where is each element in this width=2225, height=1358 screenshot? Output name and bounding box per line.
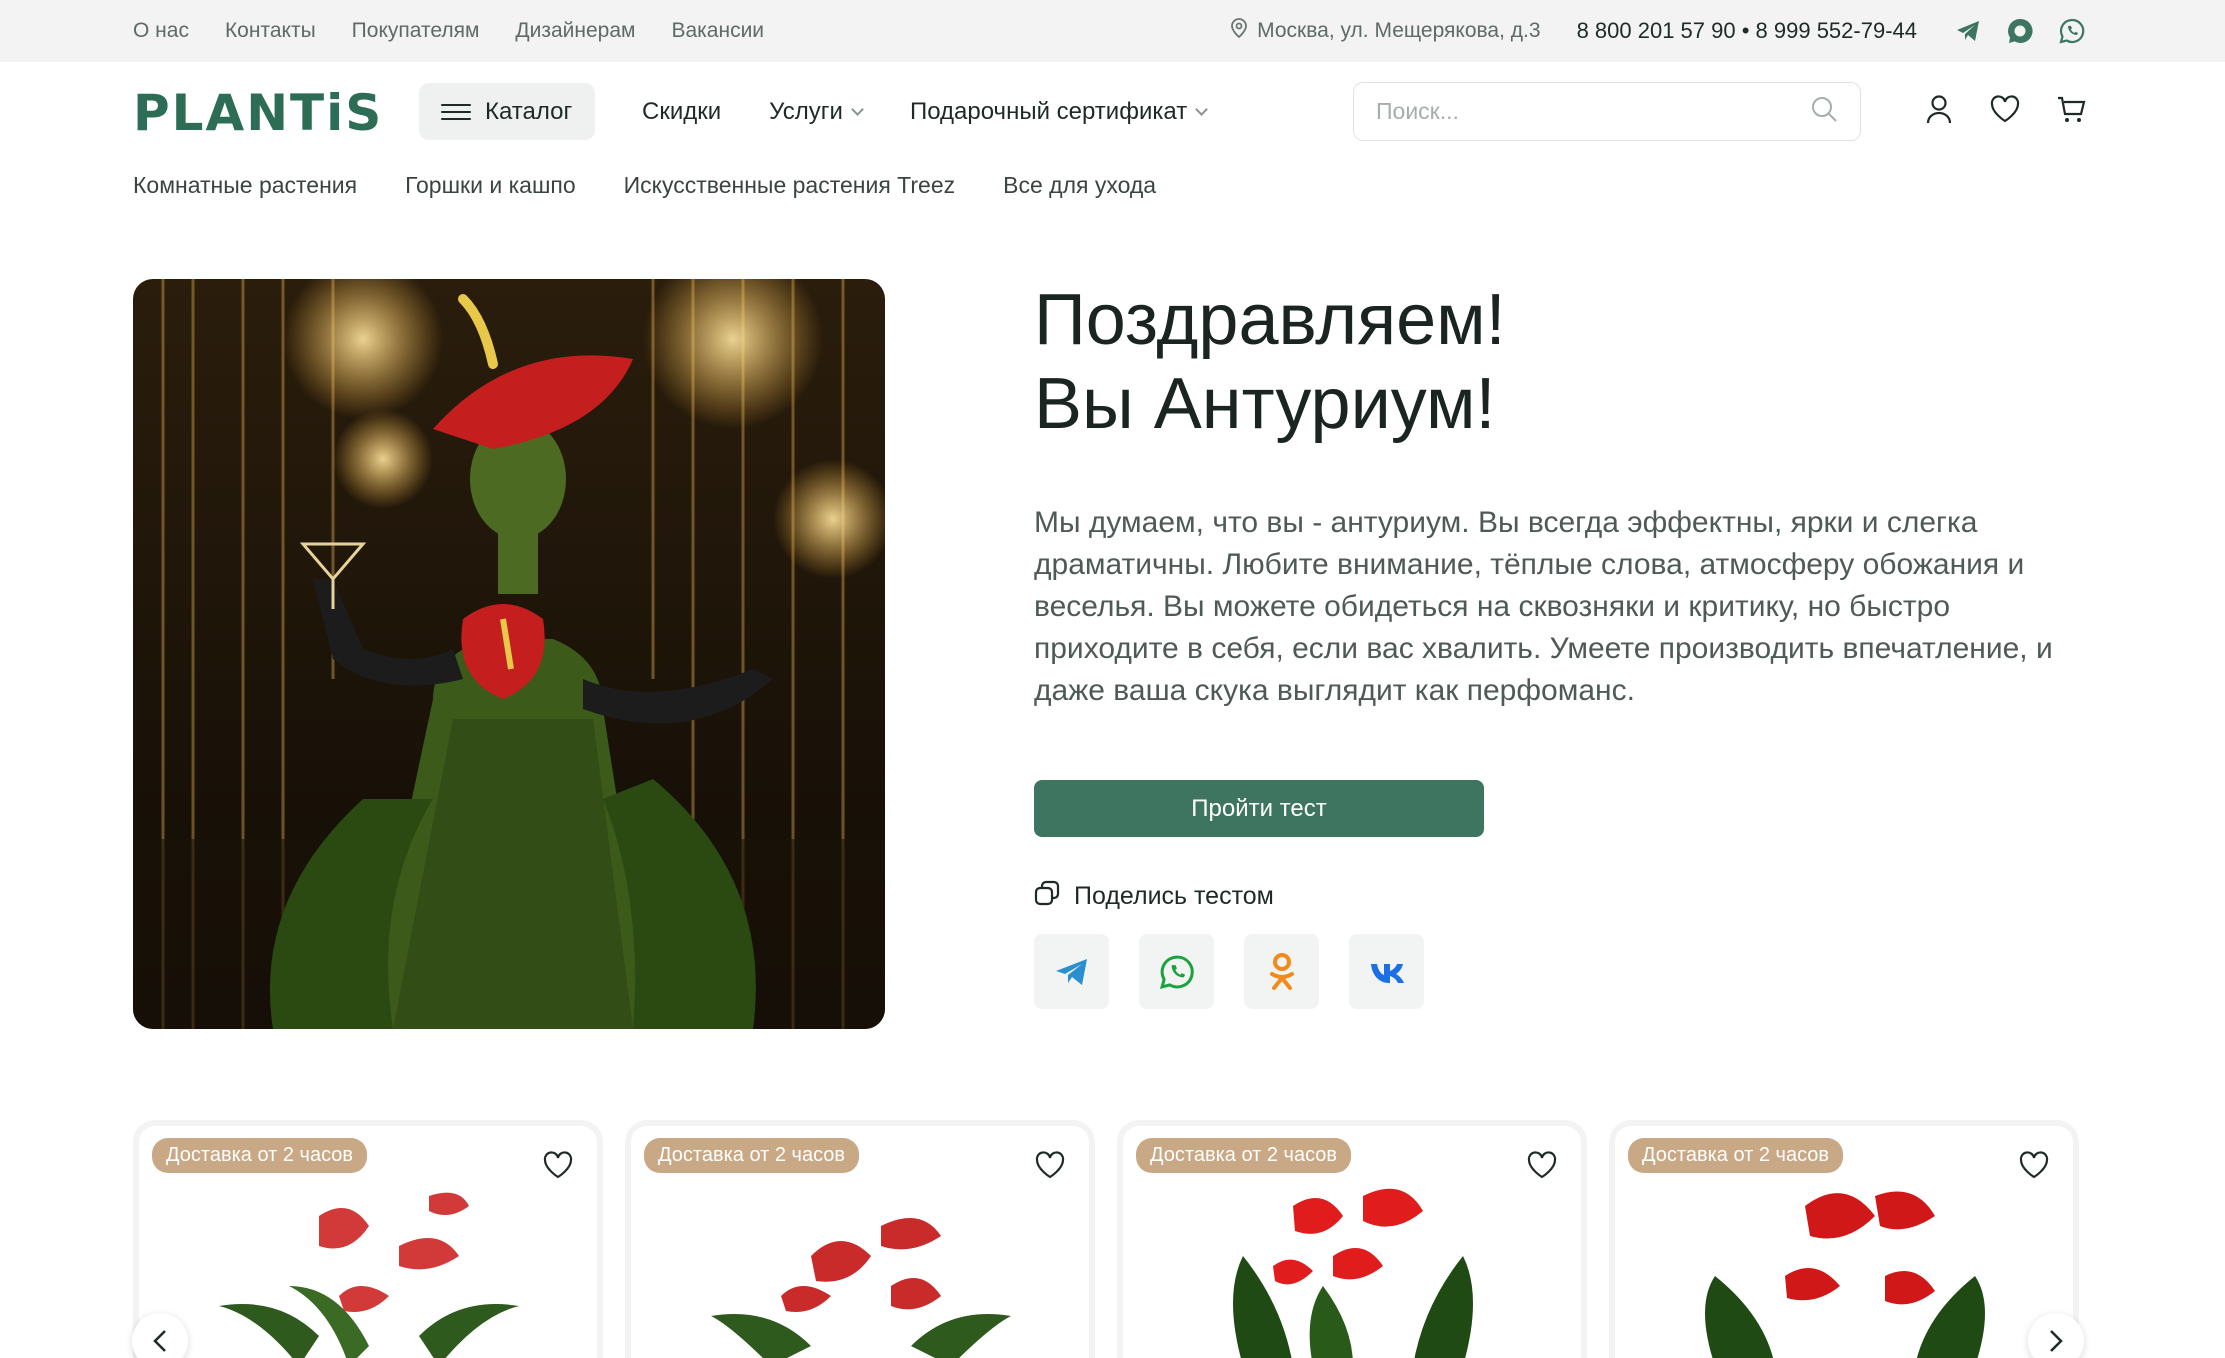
- share-buttons: [1034, 934, 1424, 1009]
- category-artificial-plants[interactable]: Искусственные растения Treez: [624, 172, 955, 199]
- search-icon[interactable]: [1810, 95, 1838, 128]
- plantis-logo[interactable]: PLANTiS: [133, 88, 383, 138]
- nav-services[interactable]: Услуги: [769, 97, 864, 126]
- top-link-designers[interactable]: Дизайнерам: [515, 19, 635, 43]
- address[interactable]: Москва, ул. Мещерякова, д.3: [1230, 18, 1541, 44]
- cart-icon[interactable]: [2055, 93, 2087, 125]
- user-icon[interactable]: [1923, 93, 1955, 125]
- top-links: О нас Контакты Покупателям Дизайнерам Ва…: [133, 0, 764, 62]
- top-link-buyers[interactable]: Покупателям: [352, 19, 480, 43]
- hero-title-line2: Вы Антуриум!: [1034, 364, 1496, 444]
- product-carousel: Доставка от 2 часов Доставка от 2 часов: [133, 1120, 2083, 1358]
- share-label: Поделись тестом: [1074, 882, 1274, 910]
- hero-description: Мы думаем, что вы - антуриум. Вы всегда …: [1034, 506, 2053, 707]
- favorite-heart-icon[interactable]: [1525, 1148, 1559, 1182]
- top-link-contacts[interactable]: Контакты: [225, 19, 316, 43]
- top-contacts: Москва, ул. Мещерякова, д.3 8 800 201 57…: [1230, 0, 2087, 62]
- product-card[interactable]: Доставка от 2 часов: [133, 1120, 603, 1358]
- nav-services-label: Услуги: [769, 97, 843, 125]
- menu-icon: [441, 103, 471, 120]
- max-icon[interactable]: [2005, 16, 2035, 46]
- header-actions: [1923, 93, 2087, 125]
- product-card[interactable]: Доставка от 2 часов: [625, 1120, 1095, 1358]
- vk-share-icon[interactable]: [1349, 934, 1424, 1009]
- whatsapp-share-icon[interactable]: [1139, 934, 1214, 1009]
- search-input[interactable]: [1376, 98, 1810, 125]
- odnoklassniki-share-icon[interactable]: [1244, 934, 1319, 1009]
- chevron-down-icon: [1195, 102, 1209, 116]
- category-nav: Комнатные растения Горшки и кашпо Искусс…: [133, 172, 1156, 199]
- address-text: Москва, ул. Мещерякова, д.3: [1257, 19, 1541, 42]
- category-care[interactable]: Все для ухода: [1003, 172, 1156, 199]
- hero-title-line1: Поздравляем!: [1034, 280, 1506, 360]
- take-test-button[interactable]: Пройти тест: [1034, 780, 1484, 837]
- nav-gift-label: Подарочный сертификат: [909, 97, 1188, 125]
- catalog-label: Каталог: [485, 97, 573, 125]
- product-card[interactable]: Доставка от 2 часов: [1609, 1120, 2079, 1358]
- product-image: [711, 1218, 1011, 1358]
- favorite-heart-icon[interactable]: [541, 1148, 575, 1182]
- favorite-heart-icon[interactable]: [1033, 1148, 1067, 1182]
- category-pots[interactable]: Горшки и кашпо: [405, 172, 576, 199]
- hero-title: Поздравляем! Вы Антуриум!: [1034, 278, 1506, 446]
- product-image: [1233, 1188, 1473, 1358]
- product-card[interactable]: Доставка от 2 часов: [1117, 1120, 1587, 1358]
- catalog-button[interactable]: Каталог: [419, 83, 595, 140]
- heart-icon[interactable]: [1989, 93, 2021, 125]
- messenger-links: [1953, 16, 2087, 46]
- top-link-vacancies[interactable]: Вакансии: [671, 19, 764, 43]
- product-image: [1705, 1191, 1985, 1358]
- category-houseplants[interactable]: Комнатные растения: [133, 172, 357, 199]
- chevron-right-icon: [2050, 1330, 2063, 1352]
- hero-image: [133, 279, 885, 1029]
- copy-icon[interactable]: [1034, 880, 1060, 913]
- top-link-about[interactable]: О нас: [133, 19, 189, 43]
- chevron-down-icon: [851, 102, 864, 116]
- share-test: Поделись тестом: [1034, 880, 1274, 913]
- location-pin-icon: [1230, 18, 1248, 44]
- top-bar: О нас Контакты Покупателям Дизайнерам Ва…: [0, 0, 2225, 62]
- nav-discounts[interactable]: Скидки: [642, 98, 721, 126]
- product-image: [219, 1192, 519, 1358]
- search-box: [1353, 82, 1861, 141]
- phone-numbers[interactable]: 8 800 201 57 90 • 8 999 552-79-44: [1577, 18, 1917, 44]
- telegram-icon[interactable]: [1953, 16, 1983, 46]
- chevron-left-icon: [153, 1330, 166, 1352]
- telegram-share-icon[interactable]: [1034, 934, 1109, 1009]
- main-nav: Скидки Услуги Подарочный сертификат: [642, 83, 1209, 140]
- nav-gift-certificate[interactable]: Подарочный сертификат: [909, 97, 1209, 126]
- favorite-heart-icon[interactable]: [2017, 1148, 2051, 1182]
- whatsapp-icon[interactable]: [2057, 16, 2087, 46]
